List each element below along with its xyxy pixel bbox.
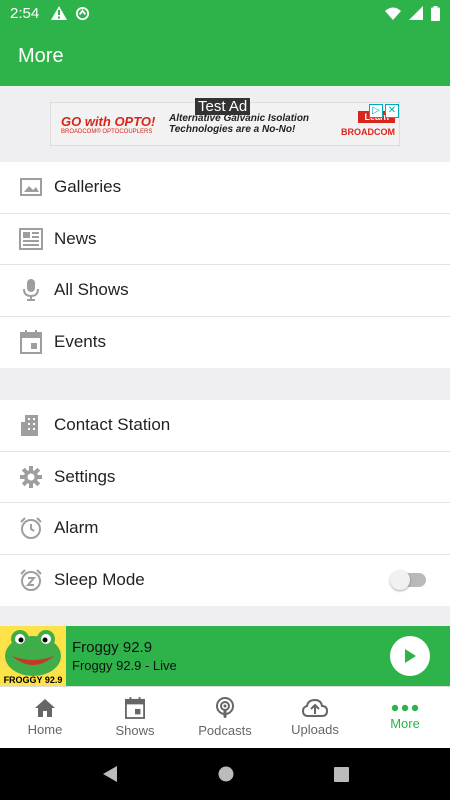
menu-item-sleep-mode[interactable]: Sleep Mode bbox=[0, 555, 450, 607]
status-time: 2:54 bbox=[10, 4, 40, 22]
menu-item-galleries[interactable]: Galleries bbox=[0, 162, 450, 214]
station-name: Froggy 92.9 bbox=[72, 639, 153, 656]
menu-item-settings[interactable]: Settings bbox=[0, 452, 450, 503]
station-logo-text: FROGGY 92.9 bbox=[3, 675, 63, 685]
status-bar: 2:54 bbox=[0, 0, 450, 26]
nav-home-label: Home bbox=[27, 722, 63, 737]
system-nav-bar bbox=[0, 748, 450, 800]
menu-group-settings: Contact Station Settings Alarm Sleep Mod… bbox=[0, 400, 450, 606]
back-icon[interactable] bbox=[102, 765, 118, 783]
nav-uploads-label: Uploads bbox=[291, 722, 339, 737]
wifi-icon bbox=[385, 7, 401, 20]
warning-icon bbox=[51, 6, 68, 20]
menu-item-label: Galleries bbox=[54, 177, 122, 197]
nav-podcasts[interactable]: Podcasts bbox=[180, 687, 270, 748]
ad-headline: GO with OPTO! bbox=[61, 113, 156, 129]
cloud-upload-icon bbox=[302, 698, 328, 717]
newspaper-icon bbox=[18, 226, 44, 252]
ad-close-icon[interactable]: ✕ bbox=[385, 104, 399, 118]
content-area: GO with OPTO! BROADCOM® OPTOCOUPLERS Alt… bbox=[0, 86, 450, 626]
calendar-icon bbox=[125, 697, 145, 719]
menu-item-label: Alarm bbox=[54, 518, 99, 538]
menu-item-label: All Shows bbox=[54, 280, 129, 300]
play-icon bbox=[405, 649, 416, 663]
sleep-mode-toggle[interactable] bbox=[390, 569, 426, 590]
menu-item-label: Settings bbox=[54, 466, 116, 486]
station-artwork: FROGGY 92.9 bbox=[0, 626, 66, 686]
nav-more-label: More bbox=[390, 716, 420, 731]
ad-brand-right: BROADCOM bbox=[341, 127, 395, 137]
menu-item-events[interactable]: Events bbox=[0, 317, 450, 369]
station-subtitle: Froggy 92.9 - Live bbox=[72, 658, 177, 673]
snooze-icon bbox=[18, 567, 44, 593]
ad-area: GO with OPTO! BROADCOM® OPTOCOUPLERS Alt… bbox=[0, 86, 450, 162]
nav-home[interactable]: Home bbox=[0, 687, 90, 748]
menu-item-contact-station[interactable]: Contact Station bbox=[0, 400, 450, 452]
now-playing-bar[interactable]: FROGGY 92.9 Froggy 92.9 Froggy 92.9 - Li… bbox=[0, 626, 450, 686]
nav-podcasts-label: Podcasts bbox=[198, 723, 252, 738]
app-bar: More bbox=[0, 26, 450, 86]
home-circle-icon[interactable] bbox=[218, 766, 234, 782]
play-button[interactable] bbox=[390, 636, 430, 676]
menu-item-all-shows[interactable]: All Shows bbox=[0, 265, 450, 317]
building-icon bbox=[18, 412, 44, 438]
home-icon bbox=[35, 699, 55, 717]
menu-item-alarm[interactable]: Alarm bbox=[0, 503, 450, 555]
microphone-icon bbox=[18, 277, 44, 303]
menu-group-content: Galleries News All Shows Events bbox=[0, 162, 450, 368]
recents-icon[interactable] bbox=[333, 766, 349, 782]
nav-shows[interactable]: Shows bbox=[90, 687, 180, 748]
ad-subline: BROADCOM® OPTOCOUPLERS bbox=[61, 128, 153, 135]
nav-shows-label: Shows bbox=[115, 723, 155, 738]
menu-item-label: Contact Station bbox=[54, 415, 171, 435]
nav-uploads[interactable]: Uploads bbox=[270, 687, 360, 748]
data-saver-icon bbox=[76, 6, 90, 20]
ad-copy-line2: Technologies are a No-No! bbox=[169, 124, 296, 135]
menu-item-label: News bbox=[54, 228, 97, 248]
page-title: More bbox=[18, 44, 64, 67]
toggle-knob bbox=[390, 569, 410, 590]
menu-item-label: Sleep Mode bbox=[54, 570, 145, 590]
calendar-icon bbox=[18, 329, 44, 355]
ad-choices-icon[interactable]: ▷ bbox=[369, 104, 383, 118]
bottom-nav: Home Shows Podcasts Uploads More bbox=[0, 686, 450, 748]
gear-icon bbox=[18, 464, 44, 490]
more-dots-icon bbox=[391, 704, 419, 712]
alarm-icon bbox=[18, 515, 44, 541]
menu-item-label: Events bbox=[54, 332, 106, 352]
signal-icon bbox=[409, 6, 423, 20]
image-icon bbox=[18, 174, 44, 200]
podcast-icon bbox=[216, 697, 234, 718]
menu-item-news[interactable]: News bbox=[0, 214, 450, 265]
battery-icon bbox=[431, 5, 440, 21]
nav-more[interactable]: More bbox=[360, 687, 450, 748]
test-ad-label: Test Ad bbox=[195, 98, 251, 115]
